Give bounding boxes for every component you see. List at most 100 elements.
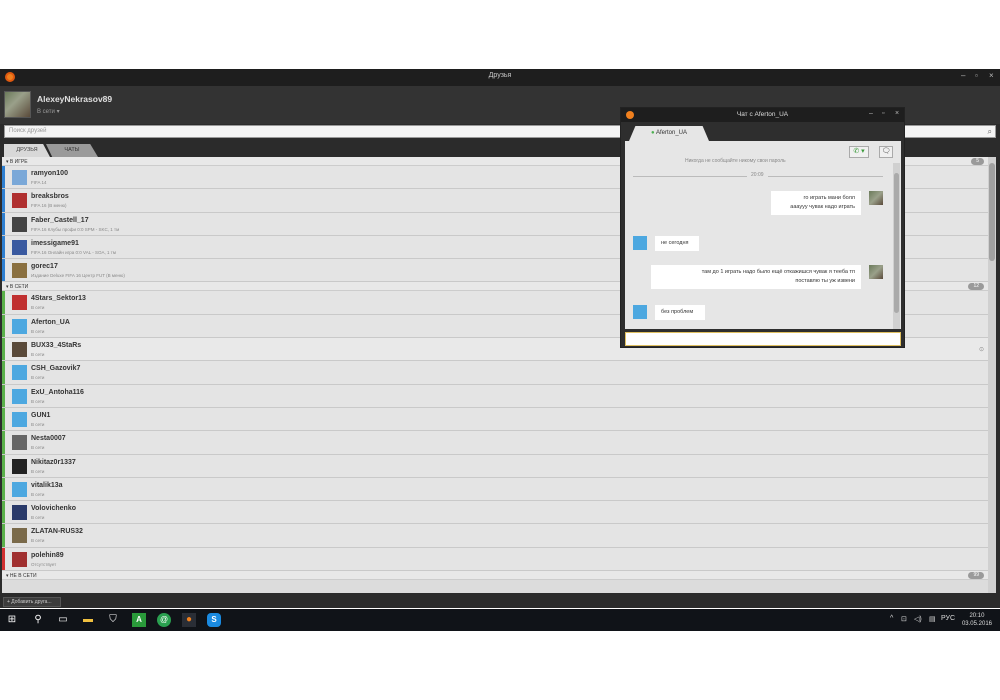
friend-name: ExU_Antoha116 bbox=[31, 388, 84, 396]
friend-status: В сети bbox=[31, 328, 45, 334]
friend-status: В сети bbox=[31, 491, 45, 497]
friend-name: GUN1 bbox=[31, 411, 51, 419]
friend-name: Nikitaz0r1337 bbox=[31, 458, 76, 466]
options-icon[interactable]: ⊙ bbox=[979, 346, 984, 353]
friend-list-scrollbar[interactable] bbox=[988, 157, 996, 593]
status-bar bbox=[2, 338, 5, 361]
avatar bbox=[12, 481, 27, 497]
avatar bbox=[12, 365, 27, 381]
avatar bbox=[12, 435, 27, 451]
message-line: поставлю ты уж извени bbox=[795, 278, 855, 284]
friend-row[interactable]: Volovichenko В сети bbox=[2, 501, 988, 525]
received-message: без проблем bbox=[655, 305, 705, 320]
clock[interactable]: 20:10 03.05.2016 bbox=[962, 612, 992, 628]
status-bar bbox=[2, 501, 5, 524]
avatar bbox=[12, 505, 27, 521]
chat-window: Чат с Aferton_UA – ▫ × ● Aferton_UA ✆ ▾ … bbox=[620, 107, 905, 348]
timestamp: 20:09 bbox=[747, 172, 768, 178]
avatar[interactable] bbox=[4, 91, 31, 118]
origin-taskbar-icon[interactable]: ● bbox=[182, 613, 196, 627]
friend-row[interactable]: Nesta0007 В сети bbox=[2, 431, 988, 455]
scrollbar-thumb[interactable] bbox=[989, 163, 995, 261]
friend-status: В сети bbox=[31, 468, 45, 474]
status-bar bbox=[2, 291, 5, 314]
friend-row[interactable]: ZLATAN-RUS32 В сети bbox=[2, 524, 988, 548]
minimize-icon[interactable]: – bbox=[869, 110, 873, 117]
close-icon[interactable]: × bbox=[895, 110, 899, 117]
avatar bbox=[12, 318, 27, 334]
friend-name: 4Stars_Sektor13 bbox=[31, 295, 86, 303]
tab-friends[interactable]: ДРУЗЬЯ bbox=[4, 144, 50, 157]
friend-row[interactable]: CSH_Gazovik7 В сети bbox=[2, 361, 988, 385]
skype-icon[interactable]: S bbox=[207, 613, 221, 627]
task-view-icon[interactable]: ▭ bbox=[56, 613, 70, 627]
friend-name: CSH_Gazovik7 bbox=[31, 365, 81, 373]
avatar bbox=[12, 170, 27, 185]
system-notice: Никогда не сообщайте никому свои пароль bbox=[685, 158, 786, 164]
chat-tab[interactable]: ● Aferton_UA bbox=[629, 126, 709, 141]
scrollbar-thumb[interactable] bbox=[894, 173, 899, 313]
friend-row[interactable]: vitalik13a В сети bbox=[2, 477, 988, 502]
status-bar bbox=[2, 361, 5, 384]
voice-call-button[interactable]: ✆ ▾ bbox=[849, 146, 869, 158]
tab-chats[interactable]: ЧАТЫ bbox=[46, 144, 98, 157]
section-label: ▾ НЕ В СЕТИ bbox=[6, 573, 37, 580]
chat-options-icon[interactable]: 🗨 bbox=[879, 146, 893, 158]
status-bar bbox=[2, 314, 5, 338]
section-offline[interactable]: ▾ НЕ В СЕТИ 99 bbox=[2, 571, 988, 581]
section-label: ▾ В СЕТИ bbox=[6, 284, 29, 291]
window-title: Друзья bbox=[488, 72, 512, 79]
add-friend-button[interactable]: + Добавить друга... bbox=[3, 597, 61, 607]
friend-name: Nesta0007 bbox=[31, 435, 66, 443]
app-at-icon[interactable]: @ bbox=[157, 613, 171, 627]
friend-row[interactable]: polehin89 Отсутствует bbox=[2, 547, 988, 572]
friend-status: В сети bbox=[31, 398, 45, 404]
avatar bbox=[12, 295, 27, 311]
friend-row[interactable]: GUN1 В сети bbox=[2, 407, 988, 432]
clock-time: 20:10 bbox=[969, 613, 985, 619]
chat-input[interactable] bbox=[625, 332, 901, 346]
minimize-icon[interactable]: – bbox=[961, 72, 965, 80]
volume-icon[interactable]: ◁) bbox=[914, 615, 922, 623]
chat-tab-label: Aferton_UA bbox=[655, 130, 687, 136]
store-icon[interactable]: ⛉ bbox=[106, 613, 120, 627]
avatar bbox=[869, 191, 883, 205]
friend-status: В сети bbox=[31, 305, 45, 311]
notification-icon[interactable]: ▤ bbox=[929, 615, 936, 623]
friend-status: В сети bbox=[31, 515, 45, 521]
message-line: го играть мани болл bbox=[803, 195, 855, 201]
start-icon[interactable]: ⊞ bbox=[5, 613, 19, 627]
friend-name: polehin89 bbox=[31, 551, 64, 559]
avatar bbox=[12, 411, 27, 427]
friend-name: ZLATAN-RUS32 bbox=[31, 528, 83, 536]
status-bar bbox=[2, 477, 5, 501]
app-a-icon[interactable]: A bbox=[132, 613, 146, 627]
avatar bbox=[12, 528, 27, 544]
maximize-icon[interactable]: ▫ bbox=[975, 72, 978, 80]
search-placeholder: Поиск друзей bbox=[9, 128, 47, 134]
close-icon[interactable]: × bbox=[989, 72, 994, 80]
avatar bbox=[633, 305, 647, 319]
status-bar bbox=[2, 431, 5, 454]
chat-scrollbar[interactable] bbox=[893, 163, 900, 329]
search-icon[interactable]: ⚲ bbox=[31, 613, 45, 627]
maximize-icon[interactable]: ▫ bbox=[882, 110, 884, 117]
friend-name: Volovichenko bbox=[31, 505, 76, 513]
tray-expand-icon[interactable]: ^ bbox=[890, 615, 893, 622]
avatar bbox=[12, 263, 27, 279]
network-icon[interactable]: ⊡ bbox=[901, 615, 907, 623]
file-explorer-icon[interactable]: ▬ bbox=[81, 613, 95, 627]
input-language[interactable]: РУС bbox=[941, 615, 955, 622]
presence-dropdown[interactable]: В сети ▾ bbox=[37, 108, 60, 115]
status-bar bbox=[2, 407, 5, 431]
status-bar bbox=[2, 235, 5, 259]
friend-row[interactable]: ExU_Antoha116 В сети bbox=[2, 384, 988, 408]
status-bar bbox=[2, 189, 5, 212]
friend-row[interactable]: Nikitaz0r1337 В сети bbox=[2, 454, 988, 478]
friend-status: FIFA 14 bbox=[31, 180, 47, 185]
friend-name: Faber_Castell_17 bbox=[31, 216, 89, 224]
search-icon[interactable]: ⌕ bbox=[988, 127, 992, 137]
status-bar bbox=[2, 384, 5, 407]
status-bar bbox=[2, 259, 5, 282]
friend-name: gorec17 bbox=[31, 263, 58, 271]
